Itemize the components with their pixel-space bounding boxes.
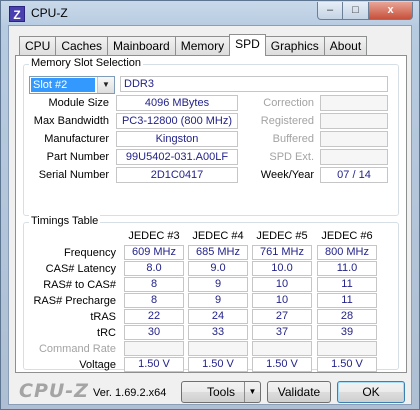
close-button[interactable]: x [369, 2, 413, 20]
version-text: Ver. 1.69.2.x64 [93, 387, 167, 399]
validate-button[interactable]: Validate [267, 381, 331, 403]
footer-bar: CPU-Z Ver. 1.69.2.x64 Tools ▼ Validate O… [9, 378, 413, 406]
tab-spd[interactable]: SPD [229, 34, 266, 56]
tab-cpu[interactable]: CPU [19, 36, 57, 56]
cpu-z-app-icon: Z [9, 6, 25, 22]
tab-mainboard[interactable]: Mainboard [107, 36, 176, 56]
cpu-z-logo: CPU-Z [19, 380, 89, 402]
tab-memory[interactable]: Memory [174, 36, 231, 56]
chevron-down-icon[interactable]: ▼ [244, 382, 260, 402]
maximize-button[interactable]: □ [343, 2, 369, 20]
cpu-z-window: Z CPU-Z – □ x CPU Caches Mainboard Memor… [0, 0, 420, 410]
tools-button-label: Tools [206, 385, 235, 399]
ok-button[interactable]: OK [337, 381, 405, 403]
timings-tail-rows [22, 55, 414, 373]
tab-strip: CPU Caches Mainboard Memory SPD Graphics… [19, 34, 368, 56]
tab-caches[interactable]: Caches [55, 36, 109, 56]
tools-button[interactable]: Tools ▼ [181, 381, 261, 403]
minimize-button[interactable]: – [317, 2, 343, 20]
tab-graphics[interactable]: Graphics [264, 36, 325, 56]
window-controls: – □ x [317, 2, 413, 20]
title-bar[interactable]: Z CPU-Z – □ x [1, 1, 419, 25]
client-area: CPU Caches Mainboard Memory SPD Graphics… [8, 25, 412, 405]
tab-about[interactable]: About [323, 36, 368, 56]
window-title: CPU-Z [31, 6, 68, 20]
